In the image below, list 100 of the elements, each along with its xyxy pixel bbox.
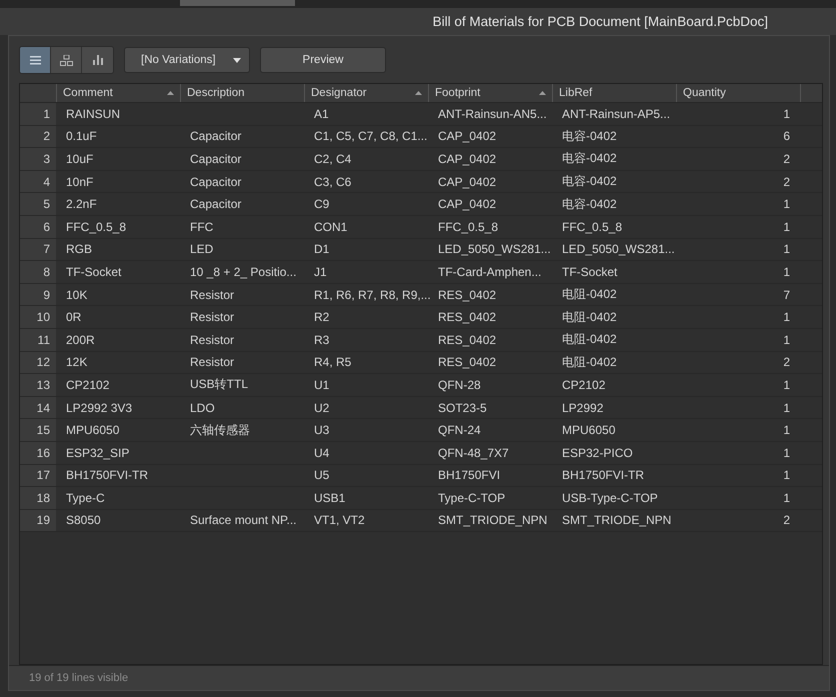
table-cell: 2 (783, 355, 790, 370)
list-icon (30, 56, 40, 64)
table-cell: RES_0402 (438, 332, 496, 347)
table-cell: CAP_0402 (438, 152, 496, 166)
table-cell: FFC_0.5_8 (562, 220, 622, 234)
table-cell: 10 _8 + 2_ Positio... (190, 264, 296, 279)
row-number: 15 (20, 419, 56, 441)
table-cell: 7 (783, 288, 790, 302)
table-cell: 电阻-0402 (562, 286, 617, 304)
table-cell: USB-Type-C-TOP (562, 490, 658, 505)
table-cell: 电阻-0402 (562, 354, 617, 371)
table-cell: S8050 (66, 513, 101, 528)
row-number: 5 (20, 193, 56, 215)
table-cell: U4 (314, 446, 330, 460)
table-cell: Type-C-TOP (438, 490, 506, 505)
column-header[interactable]: Comment (56, 84, 180, 102)
table-cell: 2 (783, 513, 790, 528)
table-cell: Resistor (190, 355, 234, 370)
table-cell: FFC (190, 220, 214, 234)
table-cell: 1 (783, 490, 790, 505)
table-cell: 1 (783, 332, 790, 347)
table-cell: TF-Card-Amphen... (438, 264, 542, 279)
column-header[interactable]: Description (180, 84, 304, 102)
table-cell: U1 (314, 378, 330, 392)
table-cell: R4, R5 (314, 355, 352, 370)
table-cell: CAP_0402 (438, 197, 496, 212)
table-cell: 1 (783, 423, 790, 438)
row-number: 7 (20, 238, 56, 260)
table-cell: FFC_0.5_8 (66, 220, 126, 234)
column-header[interactable]: Footprint (428, 84, 552, 102)
table-cell: 1 (783, 446, 790, 460)
table-cell: LP2992 3V3 (66, 400, 132, 415)
table-cell: LP2992 (562, 400, 604, 415)
bar-chart-icon (92, 55, 102, 65)
table-cell: CAP_0402 (438, 174, 496, 189)
table-cell: USB转TTL (190, 376, 248, 394)
row-number: 1 (20, 103, 56, 125)
table-cell: LED (190, 242, 214, 256)
row-number: 8 (20, 261, 56, 283)
caret-icon (233, 58, 241, 62)
table-cell: Resistor (190, 332, 234, 347)
row-number: 11 (20, 328, 56, 351)
table-cell: TF-Socket (562, 264, 618, 279)
row-number: 3 (20, 148, 56, 170)
table-cell: ESP32_SIP (66, 446, 130, 460)
table-cell: 1 (783, 400, 790, 415)
table-cell: 2 (783, 152, 790, 166)
table-cell: 1 (783, 468, 790, 482)
table-cell: U2 (314, 400, 330, 415)
table-cell: 10K (66, 288, 88, 302)
row-number: 4 (20, 170, 56, 192)
row-number: 18 (20, 487, 56, 509)
table-cell: 电容-0402 (562, 173, 617, 190)
table-cell: RES_0402 (438, 310, 496, 324)
table-cell: FFC_0.5_8 (438, 220, 498, 234)
table-cell: BH1750FVI-TR (66, 468, 148, 482)
table-cell: BH1750FVI (438, 468, 500, 482)
table-cell: Capacitor (190, 197, 242, 212)
table-cell: ANT-Rainsun-AP5... (562, 106, 670, 121)
table-cell: ANT-Rainsun-AN5... (438, 106, 547, 121)
table-cell: CON1 (314, 220, 348, 234)
table-cell: A1 (314, 106, 329, 121)
variant-dropdown[interactable]: [No Variations] (124, 47, 250, 73)
column-header[interactable]: Quantity (676, 84, 800, 102)
table-cell: Capacitor (190, 129, 242, 144)
table-cell: USB1 (314, 490, 346, 505)
table-cell: Surface mount NP... (190, 513, 296, 528)
table-cell: SOT23-5 (438, 400, 487, 415)
table-cell: 200R (66, 332, 95, 347)
row-number: 13 (20, 374, 56, 396)
row-number: 16 (20, 442, 56, 464)
table-cell: Capacitor (190, 174, 242, 189)
table-cell: VT1, VT2 (314, 513, 365, 528)
table-cell: QFN-24 (438, 423, 481, 438)
column-header[interactable]: Designator (304, 84, 428, 102)
table-cell: J1 (314, 264, 327, 279)
view-toggle-button[interactable] (82, 47, 113, 73)
table-cell: 1 (783, 106, 790, 121)
table-cell: R2 (314, 310, 330, 324)
column-header[interactable]: LibRef (552, 84, 676, 102)
table-cell: 2 (783, 174, 790, 189)
table-cell: RES_0402 (438, 355, 496, 370)
table-cell: U3 (314, 423, 330, 438)
table-cell: Resistor (190, 310, 234, 324)
table-cell: 1 (783, 378, 790, 392)
table-cell: R1, R6, R7, R8, R9,... (314, 288, 431, 302)
table-cell: Resistor (190, 288, 234, 302)
table-cell: 电容-0402 (562, 150, 617, 168)
table-cell: R3 (314, 332, 330, 347)
view-toggle-button[interactable] (51, 47, 82, 73)
table-cell: TF-Socket (66, 264, 122, 279)
table-cell: 12K (66, 355, 88, 370)
preview-button[interactable]: Preview (260, 47, 386, 73)
table-cell: ESP32-PICO (562, 446, 633, 460)
table-cell: LED_5050_WS281... (438, 242, 551, 256)
table-cell: CP2102 (562, 378, 606, 392)
table-cell: D1 (314, 242, 330, 256)
table-cell: QFN-28 (438, 378, 481, 392)
table-cell: 1 (783, 264, 790, 279)
view-toggle-button[interactable] (20, 47, 51, 73)
